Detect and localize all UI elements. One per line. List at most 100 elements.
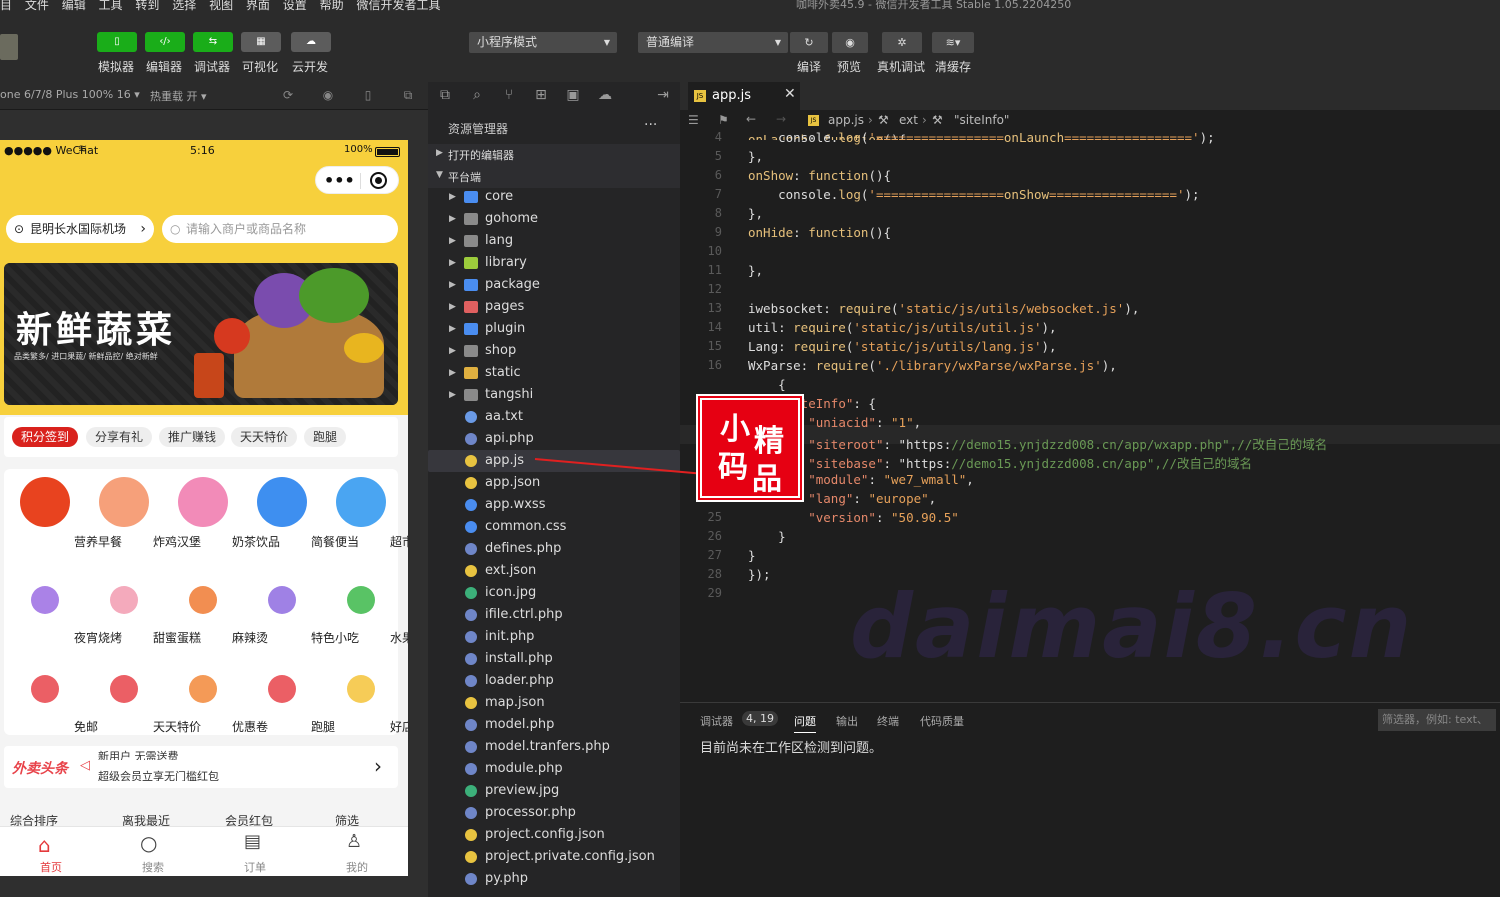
tag-daily-deals[interactable]: 天天特价 (231, 427, 298, 447)
editor-button[interactable]: ‹/› (145, 32, 185, 52)
category-item[interactable]: 免邮 (6, 664, 98, 734)
file-item[interactable]: icon.jpg (428, 582, 680, 604)
folder-item[interactable]: ▶ package (428, 274, 680, 296)
window-icon[interactable]: ⧉ (400, 87, 416, 103)
cloud-button[interactable]: ☁ (291, 32, 331, 52)
preview-button[interactable]: ◉ (832, 32, 868, 53)
menu-item[interactable]: 转到 (135, 0, 159, 11)
breadcrumb-item[interactable]: "siteInfo" (954, 113, 1009, 127)
files-icon[interactable]: ⧉ (436, 86, 454, 104)
category-item[interactable]: 麻辣烫 (164, 575, 268, 645)
debugger-button[interactable]: ⇆ (193, 32, 233, 52)
folder-item[interactable]: ▶ library (428, 252, 680, 274)
forward-icon[interactable]: → (776, 112, 786, 126)
close-icon[interactable]: ✕ (784, 86, 796, 102)
file-item[interactable]: common.css (428, 516, 680, 538)
more-icon[interactable]: ••• (324, 171, 355, 190)
back-icon[interactable]: ← (746, 112, 756, 126)
file-item[interactable]: init.php (428, 626, 680, 648)
folder-item[interactable]: ▶ plugin (428, 318, 680, 340)
hot-reload-select[interactable]: 热重载 开 ▾ (150, 88, 207, 104)
file-item[interactable]: model.php (428, 714, 680, 736)
file-item[interactable]: install.php (428, 648, 680, 670)
menu-item[interactable]: 编辑 (62, 0, 86, 11)
file-item[interactable]: api.php (428, 428, 680, 450)
category-item[interactable]: 夜宵烧烤 (6, 575, 122, 645)
mode-select[interactable]: 小程序模式 ▼ (469, 32, 617, 53)
clear-cache-button[interactable]: ≋▾ (932, 32, 974, 53)
device-select[interactable]: one 6/7/8 Plus 100% 16 ▾ (0, 88, 140, 101)
category-item[interactable]: 特色小吃 (243, 575, 359, 645)
category-item[interactable]: 奶茶饮品 (164, 477, 280, 549)
more-icon[interactable]: ··· (644, 117, 657, 133)
cloud-icon[interactable]: ☁ (596, 86, 614, 104)
file-item[interactable]: project.private.config.json (428, 846, 680, 868)
breadcrumb-item[interactable]: ext (899, 113, 918, 127)
menu-item[interactable]: 文件 (25, 0, 49, 11)
tag-promote[interactable]: 推广赚钱 (159, 427, 226, 447)
menu-item[interactable]: 设置 (283, 0, 307, 11)
promo-banner[interactable]: 新鲜蔬菜 品类繁多/ 进口果蔬/ 新鲜品控/ 绝对新鲜 (4, 263, 398, 405)
file-item[interactable]: ifile.ctrl.php (428, 604, 680, 626)
file-item[interactable]: aa.txt (428, 406, 680, 428)
news-bar[interactable]: 外卖头条 ◁ 新用户 无需送费 超级会员立享无门槛红包 › (4, 746, 398, 788)
tag-checkin[interactable]: 积分签到 (12, 427, 79, 447)
extensions-icon[interactable]: ⊞ (532, 86, 550, 104)
menu-item[interactable]: 界面 (246, 0, 270, 11)
folder-item[interactable]: ▶ pages (428, 296, 680, 318)
category-item[interactable]: 水果蔬菜 (322, 575, 408, 645)
file-item[interactable]: preview.jpg (428, 780, 680, 802)
close-icon[interactable] (370, 172, 387, 189)
category-item[interactable]: 超市便利 (322, 477, 408, 549)
rotate-icon[interactable]: ⟳ (280, 87, 296, 103)
breadcrumb-item[interactable]: app.js (828, 113, 864, 127)
category-item[interactable]: 简餐便当 (243, 477, 359, 549)
menu-item[interactable]: 微信开发者工具 (356, 0, 440, 11)
tab-search[interactable]: ○ 搜索 (102, 827, 204, 876)
pages-icon[interactable]: ▣ (564, 86, 582, 104)
visual-button[interactable]: ▦ (241, 32, 281, 52)
phone-icon[interactable]: ▯ (360, 87, 376, 103)
panel-tab-debugger[interactable]: 调试器 (700, 713, 733, 729)
file-item[interactable]: map.json (428, 692, 680, 714)
remote-debug-button[interactable]: ✲ (882, 32, 922, 53)
tab-order[interactable]: ▤ 订单 (204, 827, 306, 876)
file-item[interactable]: model.tranfers.php (428, 736, 680, 758)
category-item[interactable]: 跑腿 (243, 664, 335, 734)
filter-input[interactable]: 筛选器，例如: text、 (1378, 709, 1496, 731)
file-item[interactable]: py.php (428, 868, 680, 890)
compile-select[interactable]: 普通编译 ▼ (638, 32, 788, 53)
menu-item[interactable]: 帮助 (320, 0, 344, 11)
panel-tab-code-quality[interactable]: 代码质量 (920, 713, 964, 729)
folder-item[interactable]: ▶ lang (428, 230, 680, 252)
category-item[interactable]: 优惠卷 (164, 664, 268, 734)
tab-app-js[interactable]: JS app.js ✕ (688, 82, 800, 110)
menu-item[interactable]: 选择 (172, 0, 196, 11)
bookmark-icon[interactable]: ⚑ (718, 113, 729, 127)
folder-item[interactable]: ▶ gohome (428, 208, 680, 230)
menu-item[interactable]: 工具 (99, 0, 123, 11)
tag-share[interactable]: 分享有礼 (86, 427, 153, 447)
file-item[interactable]: processor.php (428, 802, 680, 824)
menu-item[interactable]: 视图 (209, 0, 233, 11)
panel-tab-terminal[interactable]: 终端 (877, 713, 899, 729)
list-icon[interactable]: ☰ (688, 113, 699, 127)
file-item[interactable]: loader.php (428, 670, 680, 692)
panel-tab-output[interactable]: 输出 (836, 713, 858, 729)
file-item[interactable]: app.wxss (428, 494, 680, 516)
record-icon[interactable]: ◉ (320, 87, 336, 103)
folder-item[interactable]: ▶ shop (428, 340, 680, 362)
file-item[interactable]: defines.php (428, 538, 680, 560)
category-item[interactable]: 营养早餐 (6, 477, 122, 549)
git-icon[interactable]: ⑂ (500, 86, 518, 104)
section-open-editors[interactable]: ▶ 打开的编辑器 (428, 144, 680, 166)
folder-item[interactable]: ▶ core (428, 186, 680, 208)
menu-item[interactable]: 目 (0, 0, 12, 11)
simulator-button[interactable]: ▯ (97, 32, 137, 52)
category-item[interactable]: 甜蜜蛋糕 (85, 575, 201, 645)
category-item[interactable]: 天天特价 (85, 664, 201, 734)
folder-item[interactable]: ▶ tangshi (428, 384, 680, 406)
compile-button[interactable]: ↻ (790, 32, 828, 53)
file-item[interactable]: module.php (428, 758, 680, 780)
tab-profile[interactable]: ♙ 我的 (306, 827, 408, 876)
